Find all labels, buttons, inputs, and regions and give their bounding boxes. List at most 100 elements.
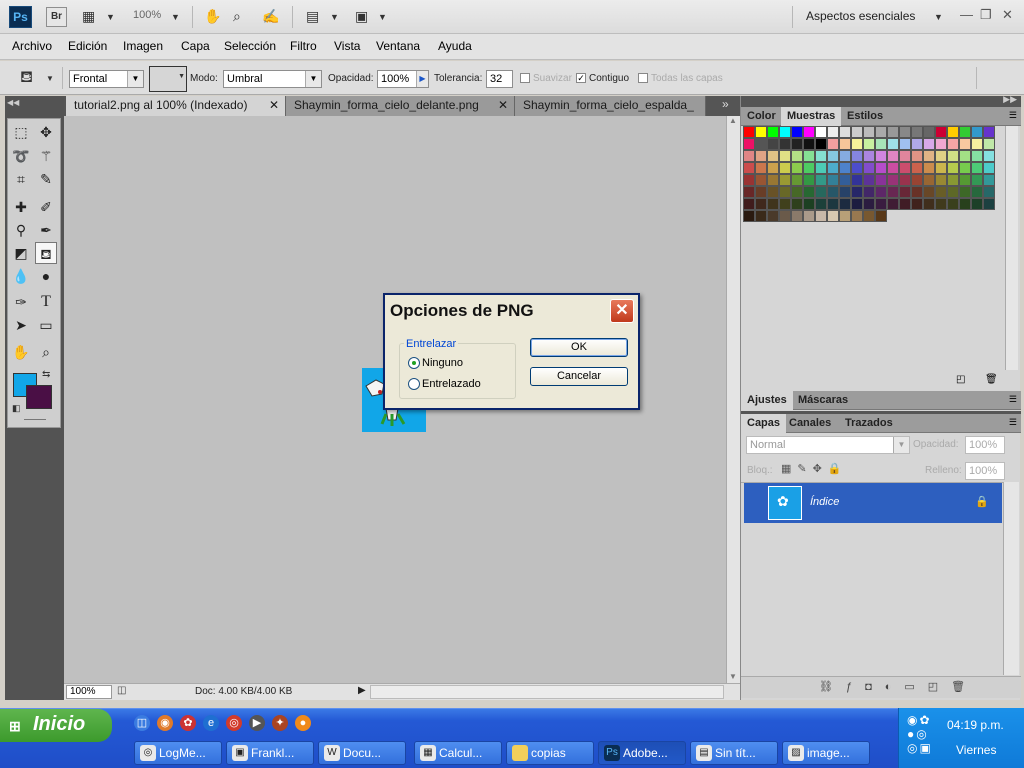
radio-ninguno-label[interactable]: Ninguno bbox=[422, 357, 463, 369]
radio-entrelazado[interactable] bbox=[408, 378, 420, 390]
color-swatch[interactable] bbox=[899, 162, 911, 174]
color-swatch[interactable] bbox=[935, 162, 947, 174]
paint-bucket-icon[interactable]: ⛾ bbox=[20, 69, 33, 87]
chevron-down-icon[interactable]: ▼ bbox=[330, 8, 339, 26]
layer-row-indice[interactable]: ✿ Índice 🔒 bbox=[744, 483, 1002, 523]
tab-canales[interactable]: Canales bbox=[783, 414, 837, 433]
tray-icons[interactable]: ◉✿ ●◎ ◎▣ bbox=[907, 713, 933, 755]
color-swatch[interactable] bbox=[875, 138, 887, 150]
color-swatch[interactable] bbox=[911, 126, 923, 138]
color-swatch[interactable] bbox=[815, 150, 827, 162]
color-swatch[interactable] bbox=[911, 150, 923, 162]
color-swatch[interactable] bbox=[839, 210, 851, 222]
color-swatch[interactable] bbox=[851, 186, 863, 198]
color-swatch[interactable] bbox=[959, 198, 971, 210]
move-tool-icon[interactable]: ✥ bbox=[35, 121, 57, 143]
magic-wand-tool-icon[interactable]: ⚚ bbox=[35, 145, 57, 167]
color-swatch[interactable] bbox=[815, 186, 827, 198]
mode-select[interactable]: Umbral ▼ bbox=[223, 70, 322, 88]
mini-bridge-icon[interactable]: ▦ bbox=[82, 7, 95, 25]
color-swatch[interactable] bbox=[923, 174, 935, 186]
layer-opacity-field[interactable]: 100% bbox=[965, 436, 1005, 454]
workspace-switcher[interactable]: Aspectos esenciales bbox=[806, 9, 915, 23]
healing-brush-tool-icon[interactable]: ✚ bbox=[10, 196, 32, 218]
color-swatch[interactable] bbox=[779, 126, 791, 138]
antialias-checkbox[interactable] bbox=[520, 73, 530, 83]
color-swatch[interactable] bbox=[971, 198, 983, 210]
color-swatch[interactable] bbox=[959, 126, 971, 138]
task-frankl[interactable]: ▣ Frankl... bbox=[226, 741, 314, 765]
tab-shaymin-espalda[interactable]: Shaymin_forma_cielo_espalda_ bbox=[515, 96, 706, 116]
zoom-tool-icon[interactable]: ⌕ bbox=[233, 7, 241, 25]
color-swatch[interactable] bbox=[959, 150, 971, 162]
color-swatch[interactable] bbox=[755, 162, 767, 174]
color-swatch[interactable] bbox=[911, 174, 923, 186]
task-logme[interactable]: ◎ LogMe... bbox=[134, 741, 222, 765]
clock-time[interactable]: 04:19 p.m. bbox=[947, 718, 1004, 732]
swap-colors-icon[interactable]: ⇆ bbox=[42, 369, 50, 380]
color-swatch[interactable] bbox=[743, 174, 755, 186]
layer-fill-field[interactable]: 100% bbox=[965, 462, 1005, 480]
color-swatch[interactable] bbox=[827, 138, 839, 150]
color-swatch[interactable] bbox=[887, 126, 899, 138]
color-swatch[interactable] bbox=[959, 186, 971, 198]
color-swatch[interactable] bbox=[959, 138, 971, 150]
color-swatch[interactable] bbox=[791, 198, 803, 210]
quicklaunch-paint-icon[interactable]: ✦ bbox=[272, 715, 288, 731]
quicklaunch-chrome-icon[interactable]: ◎ bbox=[226, 715, 242, 731]
color-swatch[interactable] bbox=[863, 186, 875, 198]
ok-button[interactable]: OK bbox=[530, 338, 628, 357]
task-sin-titulo[interactable]: ▤ Sin tít... bbox=[690, 741, 778, 765]
color-swatch[interactable] bbox=[827, 210, 839, 222]
tab-color[interactable]: Color bbox=[741, 107, 782, 126]
lock-icons[interactable]: ▦✎✥🔒 bbox=[781, 462, 848, 475]
panel-menu-icon[interactable]: ☰ bbox=[1009, 110, 1017, 121]
menu-ayuda[interactable]: Ayuda bbox=[438, 39, 472, 53]
quicklaunch-media-icon[interactable]: ▶ bbox=[249, 715, 265, 731]
quicklaunch-firefox-icon[interactable]: ◉ bbox=[157, 715, 173, 731]
color-swatch[interactable] bbox=[971, 162, 983, 174]
color-swatch[interactable] bbox=[971, 174, 983, 186]
layers-scrollbar[interactable] bbox=[1003, 482, 1019, 675]
color-swatch[interactable] bbox=[851, 174, 863, 186]
color-swatch[interactable] bbox=[827, 198, 839, 210]
tab-capas[interactable]: Capas bbox=[741, 414, 787, 433]
zoom-dropdown-icon[interactable]: ▼ bbox=[171, 8, 180, 26]
default-colors-icon[interactable]: ◧ bbox=[12, 403, 21, 414]
color-swatch[interactable] bbox=[827, 126, 839, 138]
color-swatch[interactable] bbox=[947, 138, 959, 150]
status-options-icon[interactable]: ◫ bbox=[117, 685, 126, 696]
crop-tool-icon[interactable]: ⌗ bbox=[10, 168, 32, 190]
contiguous-checkbox[interactable]: ✓ bbox=[576, 73, 586, 83]
color-swatch[interactable] bbox=[743, 126, 755, 138]
color-swatch[interactable] bbox=[899, 198, 911, 210]
color-swatch[interactable] bbox=[935, 126, 947, 138]
tab-muestras[interactable]: Muestras bbox=[781, 107, 842, 126]
color-swatch[interactable] bbox=[815, 162, 827, 174]
panel-menu-icon[interactable]: ☰ bbox=[1009, 417, 1017, 428]
color-swatch[interactable] bbox=[767, 198, 779, 210]
dialog-close-icon[interactable]: ✕ bbox=[610, 299, 634, 323]
color-swatch[interactable] bbox=[923, 198, 935, 210]
color-swatch[interactable] bbox=[791, 210, 803, 222]
color-swatch[interactable] bbox=[863, 126, 875, 138]
color-swatch[interactable] bbox=[803, 210, 815, 222]
vertical-scrollbar[interactable]: ▲ ▼ bbox=[726, 116, 740, 683]
color-swatch[interactable] bbox=[779, 162, 791, 174]
marquee-tool-icon[interactable]: ⬚ bbox=[10, 121, 32, 143]
eyedropper-tool-icon[interactable]: ✎ bbox=[35, 168, 57, 190]
background-color-swatch[interactable] bbox=[26, 385, 52, 409]
color-swatch[interactable] bbox=[743, 186, 755, 198]
color-swatch[interactable] bbox=[815, 210, 827, 222]
hand-tool-icon[interactable]: ✋ bbox=[204, 7, 221, 25]
color-swatch[interactable] bbox=[803, 174, 815, 186]
brush-tool-icon[interactable]: ✐ bbox=[35, 196, 57, 218]
color-swatch[interactable] bbox=[983, 186, 995, 198]
color-swatch[interactable] bbox=[863, 162, 875, 174]
clone-stamp-tool-icon[interactable]: ⚲ bbox=[10, 219, 32, 241]
color-swatch[interactable] bbox=[935, 138, 947, 150]
color-swatch[interactable] bbox=[779, 210, 791, 222]
color-swatch[interactable] bbox=[755, 138, 767, 150]
tab-shaymin-delante[interactable]: Shaymin_forma_cielo_delante.png ✕ bbox=[286, 96, 515, 116]
color-swatch[interactable] bbox=[875, 162, 887, 174]
